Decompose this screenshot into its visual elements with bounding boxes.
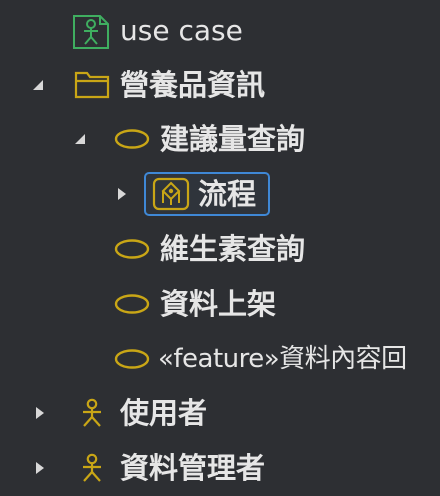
tree-item-folder[interactable]: 營養品資訊 xyxy=(0,57,440,113)
project-tree: use case 營養品資訊 建議量查詢 流程 維生素查詢 資料上架 «feat… xyxy=(0,0,440,495)
tree-item-activity-flow[interactable]: 流程 xyxy=(0,166,440,222)
actor-document-icon xyxy=(73,15,109,49)
actor-icon xyxy=(83,398,101,427)
tree-item-label: 資料管理者 xyxy=(120,451,266,485)
use-case-ellipse-icon xyxy=(114,239,150,259)
tree-item-use-case-upload[interactable]: 資料上架 xyxy=(0,276,440,332)
tree-item-actor-admin[interactable]: 資料管理者 xyxy=(0,440,440,496)
expanded-triangle-icon[interactable] xyxy=(70,111,90,167)
tree-item-label: 建議量查詢 xyxy=(160,122,306,156)
tree-item-label: use case xyxy=(120,14,243,47)
tree-item-label: 資料上架 xyxy=(160,287,277,321)
expanded-triangle-icon[interactable] xyxy=(28,57,48,113)
tree-item-use-case-vitamin[interactable]: 維生素查詢 xyxy=(0,221,440,277)
use-case-ellipse-icon xyxy=(114,129,150,149)
tree-item-use-case-feature[interactable]: «feature»資料內容回 xyxy=(0,331,440,387)
collapsed-triangle-icon[interactable] xyxy=(30,440,50,496)
tree-item-actor-user[interactable]: 使用者 xyxy=(0,385,440,441)
tree-item-label: «feature»資料內容回 xyxy=(158,344,407,374)
collapsed-triangle-icon[interactable] xyxy=(30,385,50,441)
tree-item-label: 使用者 xyxy=(120,396,208,430)
use-case-ellipse-icon xyxy=(114,294,150,314)
folder-icon xyxy=(74,71,110,99)
activity-diagram-icon xyxy=(152,177,190,211)
actor-icon xyxy=(83,453,101,482)
tree-item-label: 維生素查詢 xyxy=(160,232,306,266)
tree-item-label: 營養品資訊 xyxy=(120,68,266,102)
collapsed-triangle-icon[interactable] xyxy=(112,166,132,222)
tree-item-use-case-recommended[interactable]: 建議量查詢 xyxy=(0,111,440,167)
tree-item-label: 流程 xyxy=(198,177,257,211)
tree-item-use-case[interactable]: use case xyxy=(0,3,440,59)
use-case-ellipse-icon xyxy=(114,349,150,369)
